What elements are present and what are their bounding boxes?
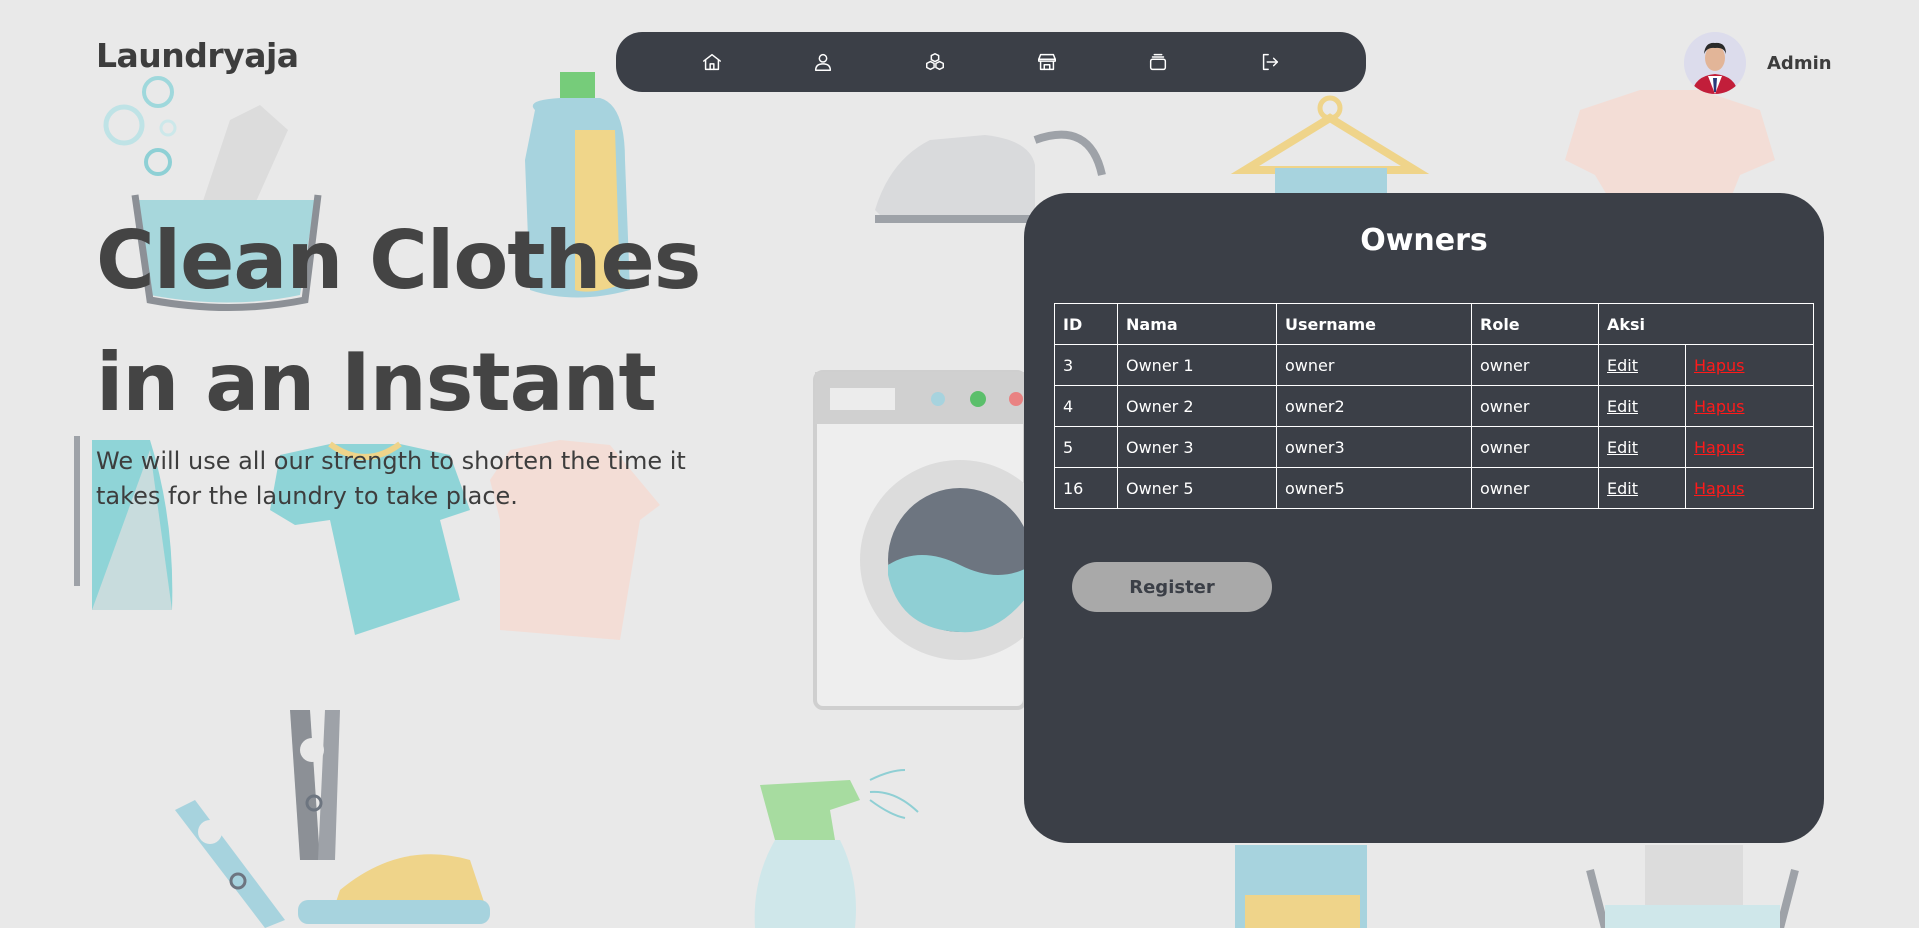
cell-edit: Edit bbox=[1598, 385, 1686, 427]
column-header-role: Role bbox=[1471, 303, 1599, 345]
table-row: 3 Owner 1 owner owner Edit Hapus bbox=[1054, 344, 1814, 386]
main-navbar bbox=[616, 32, 1366, 92]
nav-packages[interactable] bbox=[915, 42, 955, 82]
layers-icon bbox=[1150, 53, 1167, 71]
logout-icon bbox=[1262, 53, 1279, 71]
nav-user[interactable] bbox=[803, 42, 843, 82]
cell-role: owner bbox=[1471, 426, 1599, 468]
table-row: 4 Owner 2 owner2 owner Edit Hapus bbox=[1054, 385, 1814, 427]
owners-panel: Owners ID Nama Username Role Aksi 3 Owne… bbox=[1024, 193, 1824, 843]
admin-name: Admin bbox=[1767, 52, 1832, 74]
cell-role: owner bbox=[1471, 344, 1599, 386]
register-button[interactable]: Register bbox=[1072, 562, 1272, 612]
cell-username: owner bbox=[1276, 344, 1472, 386]
hero-title: Clean Clothes in an Instant bbox=[96, 200, 796, 444]
hero-title-line1: Clean Clothes bbox=[96, 214, 701, 307]
cell-edit: Edit bbox=[1598, 344, 1686, 386]
cell-id: 3 bbox=[1054, 344, 1118, 386]
home-icon bbox=[702, 53, 721, 71]
delete-link[interactable]: Hapus bbox=[1694, 479, 1744, 498]
cell-id: 5 bbox=[1054, 426, 1118, 468]
edit-link[interactable]: Edit bbox=[1607, 397, 1638, 416]
avatar[interactable] bbox=[1684, 32, 1746, 94]
nav-logout[interactable] bbox=[1250, 42, 1290, 82]
edit-link[interactable]: Edit bbox=[1607, 479, 1638, 498]
panel-title: Owners bbox=[1360, 223, 1488, 258]
cell-nama: Owner 3 bbox=[1117, 426, 1277, 468]
user-icon bbox=[815, 53, 832, 71]
boxes-icon bbox=[926, 53, 945, 71]
cell-hapus: Hapus bbox=[1685, 385, 1814, 427]
delete-link[interactable]: Hapus bbox=[1694, 438, 1744, 457]
cell-nama: Owner 5 bbox=[1117, 467, 1277, 509]
cell-id: 4 bbox=[1054, 385, 1118, 427]
store-icon bbox=[1037, 53, 1056, 71]
table-header-row: ID Nama Username Role Aksi bbox=[1054, 303, 1814, 345]
cell-edit: Edit bbox=[1598, 426, 1686, 468]
table-row: 5 Owner 3 owner3 owner Edit Hapus bbox=[1054, 426, 1814, 468]
cell-username: owner3 bbox=[1276, 426, 1472, 468]
edit-link[interactable]: Edit bbox=[1607, 438, 1638, 457]
delete-link[interactable]: Hapus bbox=[1694, 356, 1744, 375]
user-profile[interactable]: Admin bbox=[1684, 32, 1832, 94]
column-header-aksi: Aksi bbox=[1598, 303, 1814, 345]
cell-username: owner5 bbox=[1276, 467, 1472, 509]
cell-username: owner2 bbox=[1276, 385, 1472, 427]
column-header-username: Username bbox=[1276, 303, 1472, 345]
cell-role: owner bbox=[1471, 467, 1599, 509]
hero-title-line2: in an Instant bbox=[96, 336, 657, 429]
column-header-id: ID bbox=[1054, 303, 1118, 345]
cell-hapus: Hapus bbox=[1685, 426, 1814, 468]
hero-subtitle: We will use all our strength to shorten … bbox=[96, 447, 686, 510]
cell-id: 16 bbox=[1054, 467, 1118, 509]
page: Laundryaja Admin Clean Clothes in an Ins… bbox=[0, 0, 1919, 928]
nav-home[interactable] bbox=[692, 42, 732, 82]
cell-hapus: Hapus bbox=[1685, 344, 1814, 386]
cell-nama: Owner 1 bbox=[1117, 344, 1277, 386]
cell-hapus: Hapus bbox=[1685, 467, 1814, 509]
cell-nama: Owner 2 bbox=[1117, 385, 1277, 427]
edit-link[interactable]: Edit bbox=[1607, 356, 1638, 375]
table-row: 16 Owner 5 owner5 owner Edit Hapus bbox=[1054, 467, 1814, 509]
cell-role: owner bbox=[1471, 385, 1599, 427]
owners-table: ID Nama Username Role Aksi 3 Owner 1 own… bbox=[1054, 303, 1814, 509]
nav-transactions[interactable] bbox=[1138, 42, 1178, 82]
column-header-nama: Nama bbox=[1117, 303, 1277, 345]
nav-outlet[interactable] bbox=[1027, 42, 1067, 82]
cell-edit: Edit bbox=[1598, 467, 1686, 509]
avatar-image bbox=[1684, 32, 1746, 94]
delete-link[interactable]: Hapus bbox=[1694, 397, 1744, 416]
brand-logo[interactable]: Laundryaja bbox=[96, 36, 299, 75]
